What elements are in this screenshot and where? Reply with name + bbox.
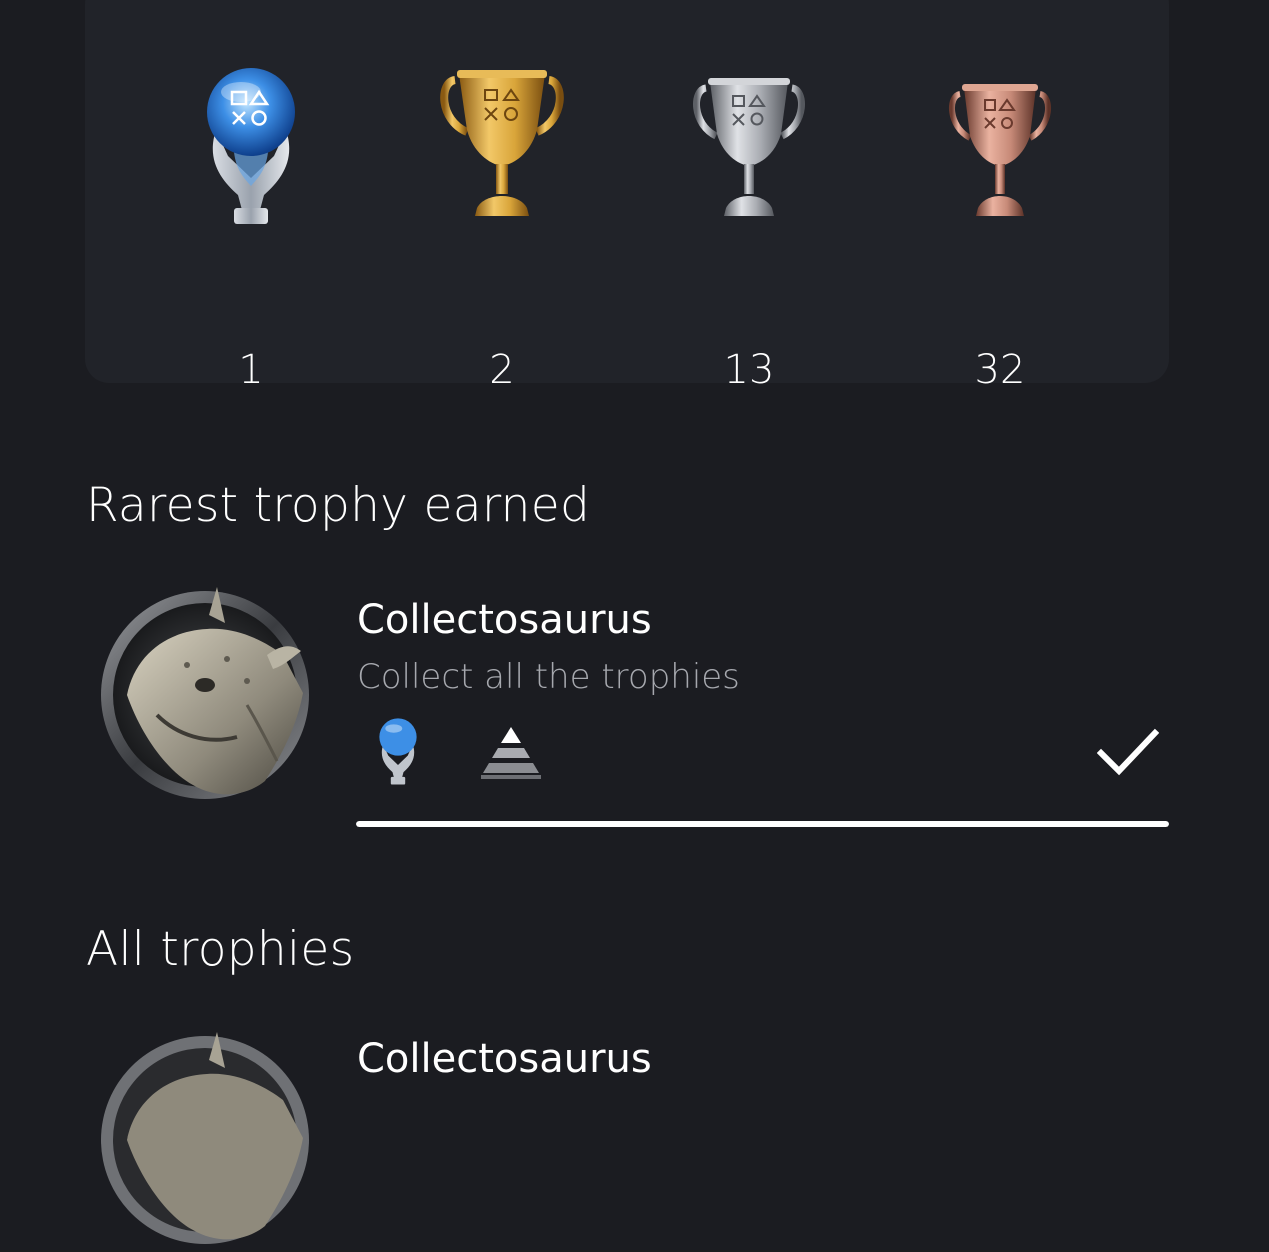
trophy-name: Collectosaurus [357,597,652,643]
trophy-progress-fill [356,821,1169,827]
silver-trophy-icon [649,60,849,230]
platinum-count: 1 [238,347,264,393]
platinum-trophy-icon [373,715,423,791]
platinum-trophy-icon [151,60,351,230]
silver-count: 13 [723,347,775,393]
trophy-progress-bar [356,821,1169,827]
all-trophies-heading: All trophies [86,922,355,977]
trophy-artwork [97,1030,315,1248]
trophy-list-item[interactable]: Collectosaurus [85,1030,1169,1244]
bronze-trophy-icon [900,60,1100,230]
trophy-name: Collectosaurus [357,1036,652,1082]
rarest-trophy-item[interactable]: Collectosaurus Collect all the trophies [85,585,1169,835]
bronze-count: 32 [974,347,1026,393]
trophy-artwork [97,585,315,803]
rarest-trophy-heading: Rarest trophy earned [86,478,591,533]
platinum-summary: 1 [151,60,351,392]
trophy-summary-card: 1 2 13 32 [85,0,1169,392]
trophy-description: Collect all the trophies [357,657,740,697]
check-icon [1096,727,1160,781]
gold-summary: 2 [402,60,602,392]
gold-count: 2 [489,347,515,393]
silver-summary: 13 [649,60,849,392]
rarity-pyramid-icon [479,725,543,785]
bronze-summary: 32 [900,60,1100,392]
gold-trophy-icon [402,60,602,230]
